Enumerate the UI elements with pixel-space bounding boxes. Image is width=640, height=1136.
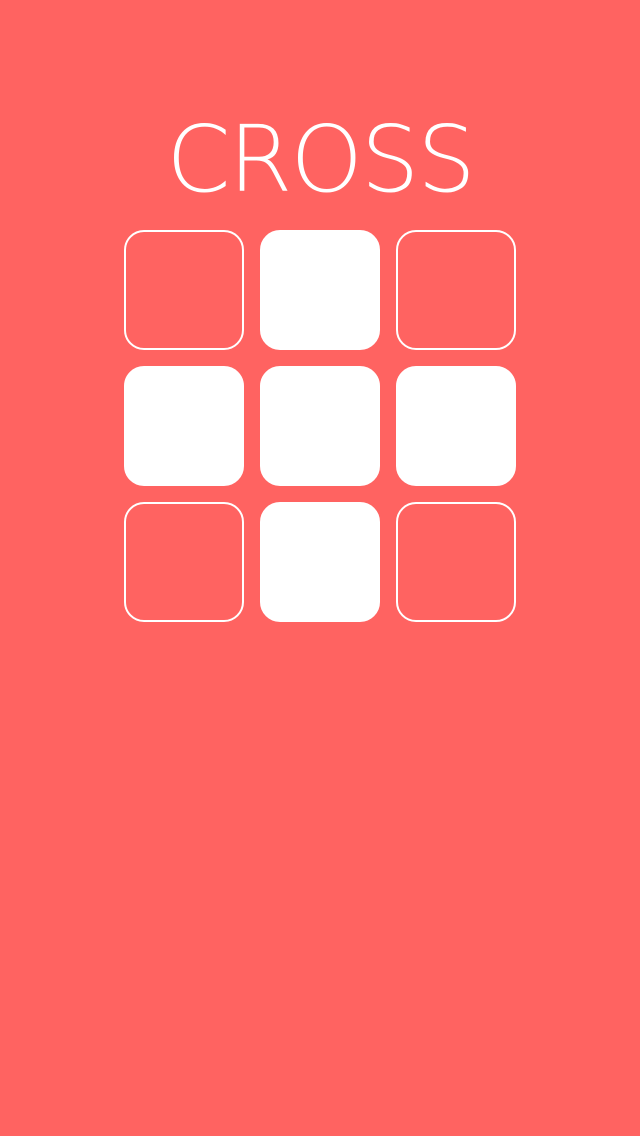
- tile-empty[interactable]: [124, 502, 244, 622]
- tile-filled[interactable]: [396, 366, 516, 486]
- tile-grid: [124, 230, 516, 622]
- game-screen: CROSS: [0, 0, 640, 1136]
- tile-filled[interactable]: [260, 502, 380, 622]
- tile-filled[interactable]: [124, 366, 244, 486]
- tile-empty[interactable]: [124, 230, 244, 350]
- tile-empty[interactable]: [396, 230, 516, 350]
- puzzle-title: CROSS: [166, 106, 475, 213]
- tile-empty[interactable]: [396, 502, 516, 622]
- tile-filled[interactable]: [260, 366, 380, 486]
- tile-filled[interactable]: [260, 230, 380, 350]
